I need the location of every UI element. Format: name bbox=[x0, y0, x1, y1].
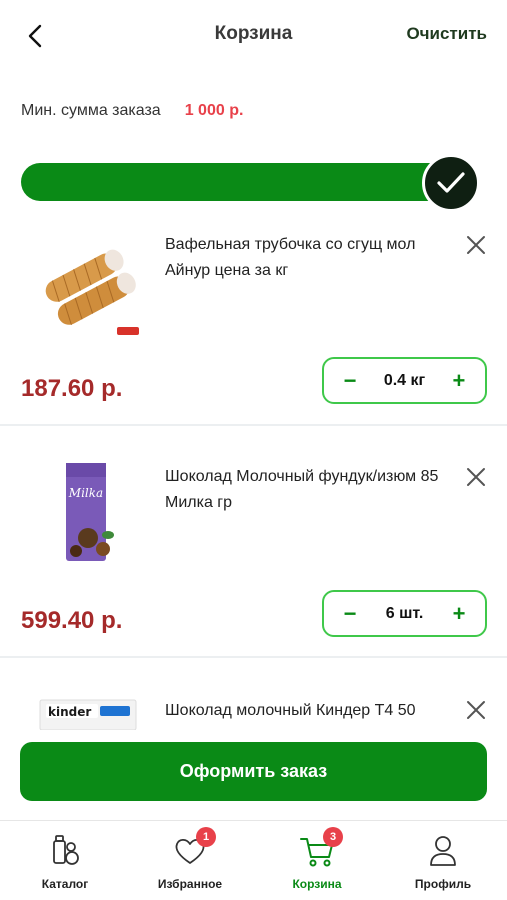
progress-complete-badge bbox=[422, 154, 480, 212]
decrease-quantity-button[interactable]: − bbox=[340, 369, 360, 391]
wafer-rolls-image[interactable] bbox=[28, 230, 148, 350]
remove-item-button[interactable] bbox=[463, 697, 489, 723]
quantity-value: 0.4 кг bbox=[383, 371, 426, 389]
min-sum-progress-bar bbox=[21, 163, 451, 201]
quantity-value: 6 шт. bbox=[385, 604, 424, 622]
item-price: 187.60 р. bbox=[21, 375, 123, 402]
min-order-sum: Мин. сумма заказа 1 000 р. bbox=[21, 102, 243, 120]
tab-profile[interactable]: Профиль bbox=[388, 831, 498, 900]
milka-chocolate-icon: Milka bbox=[66, 462, 114, 561]
increase-quantity-button[interactable]: + bbox=[449, 602, 469, 624]
close-icon bbox=[467, 701, 485, 719]
min-order-sum-label: Мин. сумма заказа bbox=[21, 102, 161, 119]
favorites-badge: 1 bbox=[196, 827, 216, 847]
milka-logo-text: Milka bbox=[68, 486, 103, 500]
kinder-chocolate-image[interactable]: kinder bbox=[28, 690, 148, 740]
item-name: Шоколад Молочный фундук/изюм 85 Милка гр bbox=[165, 468, 439, 511]
wafer-rolls-icon bbox=[45, 249, 139, 335]
close-icon bbox=[467, 236, 485, 254]
item-price: 599.40 р. bbox=[21, 607, 123, 634]
kinder-logo-text: kinder bbox=[48, 705, 91, 719]
min-order-sum-value: 1 000 р. bbox=[184, 102, 244, 119]
increase-quantity-button[interactable]: + bbox=[449, 369, 469, 391]
remove-item-button[interactable] bbox=[463, 464, 489, 490]
quantity-stepper: − 6 шт. + bbox=[322, 590, 487, 637]
close-icon bbox=[467, 468, 485, 486]
cart-badge: 3 bbox=[323, 827, 343, 847]
divider bbox=[0, 656, 507, 658]
tab-catalog-label: Каталог bbox=[41, 877, 89, 891]
item-name: Вафельная трубочка со сгущ мол Айнур цен… bbox=[165, 236, 416, 279]
kinder-chocolate-icon: kinder bbox=[39, 699, 137, 730]
decrease-quantity-button[interactable]: − bbox=[340, 602, 360, 624]
divider bbox=[0, 424, 507, 426]
tab-cart-label: Корзина bbox=[292, 877, 342, 891]
remove-item-button[interactable] bbox=[463, 232, 489, 258]
tab-favorites[interactable]: 1 Избранное bbox=[135, 827, 245, 900]
tab-favorites-label: Избранное bbox=[157, 877, 223, 891]
quantity-stepper: − 0.4 кг + bbox=[322, 357, 487, 404]
milka-chocolate-image[interactable]: Milka bbox=[28, 450, 148, 570]
tab-cart[interactable]: 3 Корзина bbox=[262, 827, 372, 900]
item-name: Шоколад молочный Киндер Т4 50 bbox=[165, 702, 416, 719]
bottom-tab-bar: Каталог 1 Избранное 3 Корзина Профиль bbox=[0, 820, 507, 900]
checkout-button[interactable]: Оформить заказ bbox=[20, 742, 487, 801]
tab-catalog[interactable]: Каталог bbox=[10, 831, 120, 900]
clear-cart-button[interactable]: Очистить bbox=[406, 24, 487, 44]
profile-icon bbox=[430, 836, 456, 866]
tab-profile-label: Профиль bbox=[414, 877, 472, 891]
header: Корзина Очистить bbox=[0, 0, 507, 70]
catalog-icon bbox=[53, 835, 79, 865]
checkmark-icon bbox=[437, 172, 465, 193]
